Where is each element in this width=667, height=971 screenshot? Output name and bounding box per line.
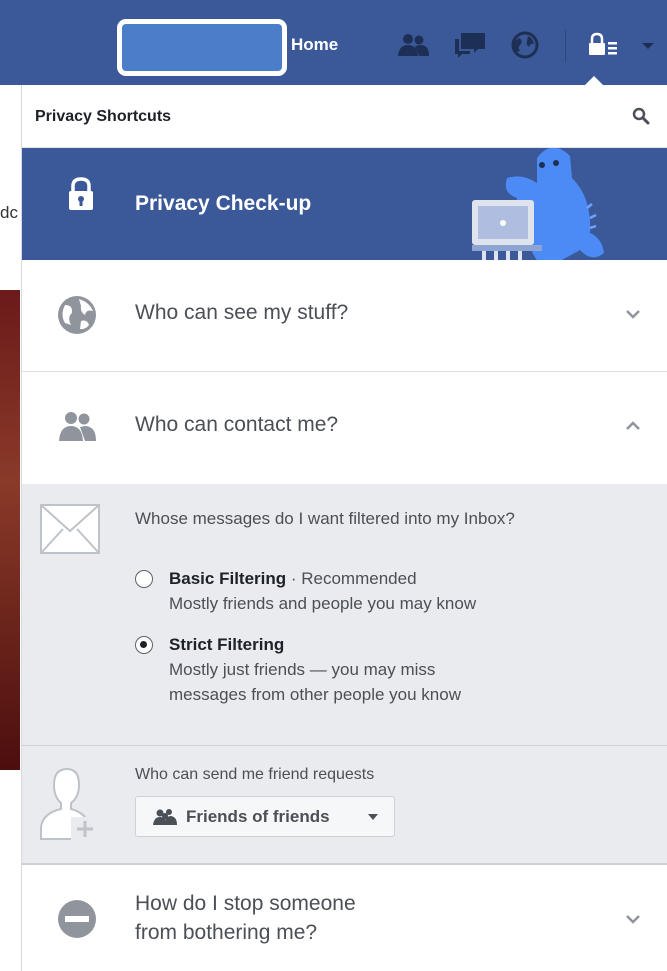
chevron-down-icon[interactable] [625, 913, 641, 925]
basic-filtering-radio[interactable] [135, 570, 153, 588]
dinosaur-mascot-icon [472, 148, 604, 260]
search-box[interactable] [117, 19, 287, 76]
panel-header: Privacy Shortcuts [22, 85, 667, 148]
people-icon [59, 412, 96, 441]
background-text: dc [0, 203, 18, 222]
stop-bothering-label: How do I stop someone from bothering me? [135, 889, 356, 947]
privacy-checkup-label: Privacy Check-up [135, 192, 312, 215]
who-can-see-label: Who can see my stuff? [135, 301, 349, 324]
background-photo [0, 290, 20, 770]
panel-title: Privacy Shortcuts [35, 108, 172, 125]
notifications-globe-icon[interactable] [507, 30, 543, 60]
nav-divider [565, 30, 566, 62]
message-filter-question: Whose messages do I want filtered into m… [135, 509, 515, 528]
top-navigation-bar: Home [0, 0, 667, 86]
envelope-icon [40, 504, 100, 554]
account-menu-caret-icon[interactable] [638, 30, 658, 60]
friend-requests-icon[interactable] [395, 30, 431, 60]
strict-filtering-radio[interactable] [135, 636, 153, 654]
basic-filtering-recommended: · Recommended [286, 569, 417, 588]
message-filtering-section: Whose messages do I want filtered into m… [22, 484, 667, 746]
privacy-shortcuts-icon[interactable] [586, 30, 622, 60]
strict-filtering-desc-line2: messages from other people you know [169, 685, 461, 704]
strict-filtering-title: Strict Filtering [169, 635, 285, 654]
dropdown-caret-icon [368, 814, 378, 820]
contact-settings-expanded: Whose messages do I want filtered into m… [22, 484, 667, 865]
block-icon [58, 900, 96, 938]
strict-filtering-desc-line1: Mostly just friends — you may miss [169, 660, 436, 679]
privacy-shortcuts-panel: Privacy Shortcuts Privacy Check-up Who c… [22, 85, 667, 971]
privacy-checkup-banner[interactable]: Privacy Check-up [22, 148, 667, 260]
stop-bothering-row[interactable]: How do I stop someone from bothering me? [22, 865, 667, 971]
search-icon[interactable] [632, 107, 650, 125]
friend-requests-selected: Friends of friends [186, 807, 330, 826]
lock-icon [69, 177, 93, 210]
who-can-contact-label: Who can contact me? [135, 413, 339, 436]
friends-of-friends-icon [153, 809, 177, 825]
who-can-see-row[interactable]: Who can see my stuff? [22, 260, 667, 372]
friend-requests-section: Who can send me friend requests Friends … [22, 746, 667, 864]
basic-filtering-desc: Mostly friends and people you may know [169, 594, 477, 613]
add-friend-icon [40, 767, 97, 841]
home-link[interactable]: Home [291, 35, 338, 55]
messages-icon[interactable] [452, 30, 488, 60]
globe-icon [58, 296, 96, 334]
chevron-up-icon[interactable] [625, 420, 641, 432]
who-can-contact-row[interactable]: Who can contact me? [22, 372, 667, 484]
friend-requests-audience-select[interactable]: Friends of friends [135, 796, 395, 837]
stop-bothering-line1: How do I stop someone [135, 892, 356, 915]
basic-filtering-title: Basic Filtering [169, 569, 287, 588]
stop-bothering-line2: from bothering me? [135, 921, 318, 944]
friend-requests-label: Who can send me friend requests [135, 766, 375, 783]
chevron-down-icon[interactable] [625, 308, 641, 320]
